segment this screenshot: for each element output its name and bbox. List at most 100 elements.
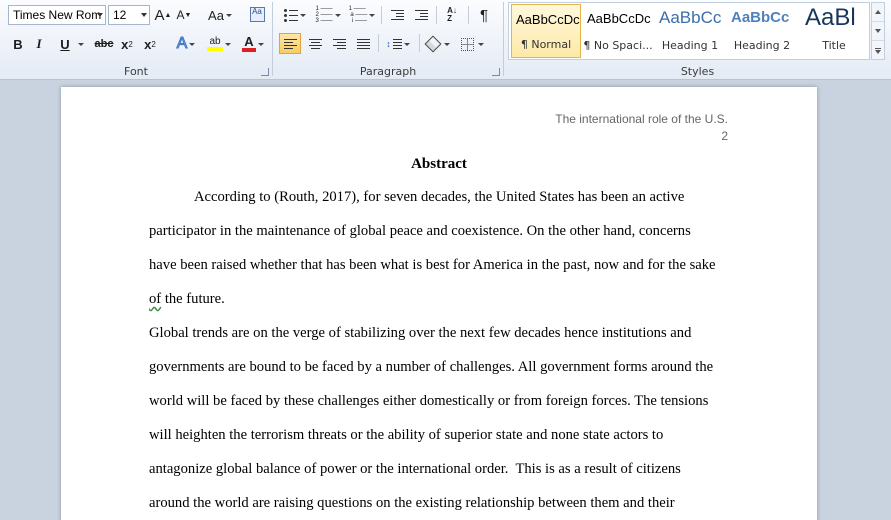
change-case-button[interactable]: Aa <box>206 5 234 25</box>
chevron-down-icon <box>258 42 264 46</box>
highlight-color-bar <box>207 47 223 51</box>
chevron-down-icon[interactable] <box>141 13 147 17</box>
increase-indent-icon <box>414 10 428 20</box>
ribbon: Times New Rom 12 A▲ A▼ Aa Aa B I U abc <box>0 0 891 80</box>
italic-label: I <box>36 36 42 51</box>
change-case-label: Aa <box>208 7 224 23</box>
font-color-icon: A <box>242 34 256 52</box>
shrink-font-icon: A <box>176 8 185 22</box>
paragraph-dialog-launcher-icon[interactable] <box>492 68 500 76</box>
grammar-flagged-text: of <box>149 291 162 307</box>
chevron-down-icon[interactable] <box>97 13 103 17</box>
clear-formatting-icon: Aa <box>249 6 265 22</box>
text-effects-button[interactable]: A <box>172 34 200 54</box>
highlight-label: ab <box>209 36 221 47</box>
chevron-down-icon <box>77 42 84 46</box>
chevron-down-icon <box>225 42 231 46</box>
line-spacing-button[interactable]: ↕ <box>383 34 413 54</box>
align-center-icon <box>308 39 322 49</box>
shrink-font-button[interactable]: A ▼ <box>175 5 193 25</box>
font-color-label: A <box>244 34 254 49</box>
pilcrow-icon: ¶ <box>479 6 489 24</box>
justify-icon <box>356 39 370 49</box>
paint-bucket-icon <box>424 35 441 53</box>
chevron-down-icon <box>189 42 196 46</box>
running-head: The international role of the U.S. <box>555 112 728 126</box>
body-line: around the world are raising questions o… <box>149 495 675 511</box>
font-color-button[interactable]: A <box>238 34 268 54</box>
body-line: of the future. <box>149 291 225 308</box>
chevron-down-icon <box>477 42 484 46</box>
grow-font-icon: A <box>154 6 165 24</box>
grow-font-button[interactable]: A ▲ <box>154 5 172 25</box>
body-line: According to (Routh, 2017), for seven de… <box>194 189 685 205</box>
chevron-down-icon <box>334 13 341 17</box>
body-line: governments are bound to be faced by a n… <box>149 359 714 375</box>
divider <box>468 6 469 24</box>
body-line: will heighten the terrorism threats or t… <box>149 427 664 443</box>
italic-button[interactable]: I <box>31 34 47 54</box>
numbering-icon: 1 —— 2 —— 3 —— <box>315 6 333 24</box>
body-line: participator in the maintenance of globa… <box>149 223 691 239</box>
styles-group: Styles <box>504 0 891 80</box>
body-line: Global trends are on the verge of stabil… <box>149 325 692 341</box>
divider <box>419 34 420 52</box>
borders-icon <box>460 37 474 51</box>
chevron-down-icon <box>369 13 376 17</box>
divider <box>381 6 382 24</box>
document-area[interactable]: The international role of the U.S. 2 Abs… <box>0 81 891 520</box>
document-page[interactable]: The international role of the U.S. 2 Abs… <box>61 87 817 520</box>
multilevel-list-icon: 1 —— a —— i —— <box>348 6 368 24</box>
increase-indent-button[interactable] <box>410 5 432 25</box>
font-name-combo[interactable]: Times New Rom <box>8 5 106 25</box>
align-left-button[interactable] <box>279 33 301 54</box>
page-number: 2 <box>721 129 728 143</box>
align-left-icon <box>283 38 297 49</box>
multilevel-list-button[interactable]: 1 —— a —— i —— <box>347 5 377 25</box>
show-hide-button[interactable]: ¶ <box>473 5 495 25</box>
superscript-mark: 2 <box>151 39 156 49</box>
chevron-down-icon <box>403 42 410 46</box>
paragraph-group: 1 —— 2 —— 3 —— 1 —— a —— i —— A↓ Z ¶ ↕ P… <box>273 0 503 80</box>
strikethrough-button[interactable]: abc <box>93 34 115 54</box>
font-size-combo[interactable]: 12 <box>108 5 150 25</box>
borders-button[interactable] <box>457 34 487 54</box>
clear-formatting-button[interactable]: Aa <box>247 4 267 24</box>
decrease-indent-button[interactable] <box>386 5 408 25</box>
font-color-bar <box>242 48 256 52</box>
font-dialog-launcher-icon[interactable] <box>261 68 269 76</box>
chevron-down-icon <box>300 13 306 17</box>
superscript-button[interactable]: x2 <box>141 34 159 54</box>
page-header[interactable]: The international role of the U.S. 2 <box>555 111 728 145</box>
shading-button[interactable] <box>423 34 453 54</box>
divider <box>378 34 379 52</box>
numbering-button[interactable]: 1 —— 2 —— 3 —— <box>313 5 343 25</box>
subscript-button[interactable]: x2 <box>118 34 136 54</box>
body-line: antagonize global balance of power or th… <box>149 461 681 477</box>
align-right-button[interactable] <box>328 34 350 54</box>
font-group-label: Font <box>124 65 148 78</box>
superscript-label: x <box>144 36 152 52</box>
sort-icon: A↓ Z <box>447 6 457 23</box>
highlight-button[interactable]: ab <box>204 34 234 54</box>
subscript-mark: 2 <box>128 39 133 49</box>
underline-label: U <box>60 36 70 52</box>
document-title: Abstract <box>411 156 467 172</box>
highlighter-icon: ab <box>207 37 223 51</box>
bullets-icon <box>284 8 298 22</box>
align-right-icon <box>332 39 346 49</box>
chevron-down-icon <box>443 42 450 46</box>
underline-button[interactable]: U <box>54 34 90 54</box>
bold-label: B <box>13 36 23 52</box>
paragraph-group-label: Paragraph <box>359 65 417 78</box>
divider <box>436 6 437 24</box>
align-center-button[interactable] <box>304 34 326 54</box>
bold-button[interactable]: B <box>10 34 26 54</box>
justify-button[interactable] <box>352 34 374 54</box>
bullets-button[interactable] <box>281 5 309 25</box>
styles-group-label: Styles <box>680 65 715 78</box>
body-line: world will be faced by these challenges … <box>149 393 709 409</box>
subscript-label: x <box>121 36 129 52</box>
font-size-value: 12 <box>113 8 127 22</box>
sort-button[interactable]: A↓ Z <box>440 5 464 25</box>
